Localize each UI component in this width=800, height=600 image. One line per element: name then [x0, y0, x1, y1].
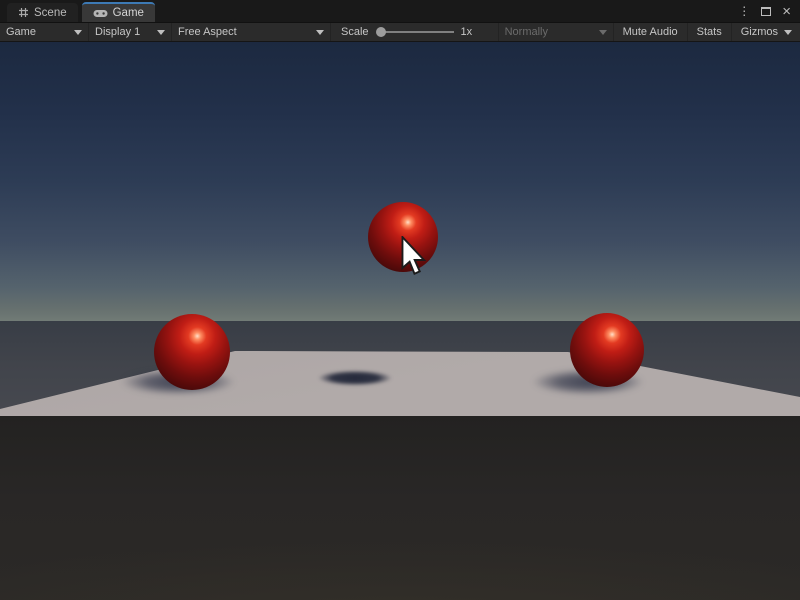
chevron-down-icon [157, 30, 165, 35]
window-controls: ⋮ × [738, 0, 800, 22]
tab-game[interactable]: Game [82, 2, 155, 22]
mute-audio-button[interactable]: Mute Audio [613, 23, 687, 41]
tab-bar: Scene Game ⋮ × [0, 0, 800, 22]
window-close-icon[interactable]: × [782, 4, 791, 19]
display-label: Display 1 [95, 26, 140, 38]
scale-label: Scale [341, 26, 369, 38]
chevron-down-icon [784, 30, 792, 35]
game-view-toolbar: Game Display 1 Free Aspect Scale 1x Norm… [0, 22, 800, 42]
scene-grid-icon [18, 7, 29, 18]
tab-scene-label: Scene [34, 7, 67, 19]
chevron-down-icon [599, 30, 607, 35]
window-maximize-icon[interactable] [761, 7, 771, 16]
view-mode-dropdown[interactable]: Game [0, 23, 89, 41]
gizmos-label: Gizmos [741, 26, 778, 38]
slider-track [380, 31, 454, 33]
game-viewport[interactable] [0, 42, 800, 600]
scale-value: 1x [461, 26, 473, 38]
aspect-ratio-dropdown[interactable]: Free Aspect [172, 23, 331, 41]
window-menu-icon[interactable]: ⋮ [738, 5, 750, 17]
slider-knob[interactable] [376, 27, 386, 37]
enter-play-mode-dropdown[interactable]: Normally [498, 23, 613, 41]
chevron-down-icon [316, 30, 324, 35]
red-sphere-middle [368, 202, 438, 272]
display-dropdown[interactable]: Display 1 [89, 23, 172, 41]
gamepad-icon [93, 9, 108, 18]
red-sphere-right [570, 313, 644, 387]
maximize-box [761, 7, 771, 16]
sky [0, 42, 800, 321]
view-mode-label: Game [6, 26, 36, 38]
gizmos-dropdown[interactable]: Gizmos [731, 23, 800, 41]
tab-game-label: Game [113, 7, 144, 19]
near-ground [0, 416, 800, 600]
red-sphere-left [154, 314, 230, 390]
unity-game-view-window: Scene Game ⋮ × Game Displ [0, 0, 800, 600]
play-mode-label: Normally [505, 26, 548, 38]
shadow-middle-sphere [316, 370, 394, 386]
tab-scene[interactable]: Scene [7, 3, 78, 22]
mute-audio-label: Mute Audio [623, 26, 678, 38]
stats-button[interactable]: Stats [687, 23, 731, 41]
stats-label: Stats [697, 26, 722, 38]
scale-control: Scale 1x [331, 23, 498, 41]
chevron-down-icon [74, 30, 82, 35]
scale-slider[interactable] [376, 27, 454, 37]
aspect-label: Free Aspect [178, 26, 237, 38]
